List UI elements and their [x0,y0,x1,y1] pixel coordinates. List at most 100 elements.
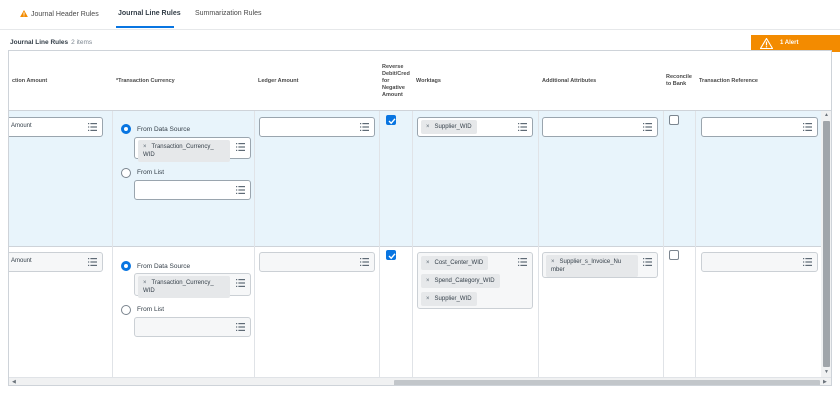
horizontal-scrollbar[interactable]: ◀ ▶ [9,377,831,385]
section-title-text: Journal Line Rules [10,39,69,46]
selected-item-pill[interactable]: × Transaction_Currency_ WID [138,276,230,298]
radio-label: From Data Source [137,263,191,270]
scroll-down-icon[interactable]: ▼ [824,369,829,375]
table-header: ction Amount *Transaction Currency Ledge… [9,51,831,111]
column-header-reconcile[interactable]: Reconcile to Bank [664,51,695,111]
transaction-reference-field[interactable] [701,252,818,272]
column-header-additional-attributes[interactable]: Additional Attributes [539,51,663,111]
reverse-debit-credit-checkbox[interactable] [386,115,396,125]
worktags-field[interactable]: × Supplier_WID [417,117,533,137]
warning-icon [20,10,28,17]
pill-text: Supplier_WID [434,296,472,302]
tab-label: Journal Header Rules [31,11,99,18]
pill-text: Supplier_WID [434,124,472,130]
from-data-source-radio[interactable] [121,124,131,134]
column-header-transaction-amount[interactable]: ction Amount [9,51,109,111]
worktag-pill[interactable]: × Supplier_WID [421,292,477,306]
remove-icon[interactable]: × [143,144,147,150]
list-prompt-icon[interactable] [518,123,527,131]
list-prompt-icon[interactable] [236,186,245,194]
list-prompt-icon[interactable] [643,258,652,266]
list-prompt-icon[interactable] [236,143,245,151]
transaction-amount-field[interactable]: Amount [9,252,103,272]
alert-label: 1 Alert [780,40,799,46]
list-prompt-icon[interactable] [643,123,652,131]
list-prompt-icon[interactable] [88,258,97,266]
ledger-amount-field[interactable] [259,252,375,272]
checkmark-icon [388,118,396,125]
reconcile-to-bank-checkbox[interactable] [669,115,679,125]
remove-icon[interactable]: × [426,124,430,130]
list-prompt-icon[interactable] [360,123,369,131]
checkmark-icon [388,253,396,260]
field-value: Amount [11,258,32,264]
tab-label: Journal Line Rules [118,10,181,17]
transaction-amount-field[interactable]: Amount [9,117,103,137]
additional-attributes-field[interactable]: × Supplier_s_Invoice_Nu mber [542,252,658,278]
worktags-field[interactable]: × Cost_Center_WID × Spend_Category_WID × Su… [417,252,533,309]
tab-journal-header-rules[interactable]: Journal Header Rules [20,10,99,18]
journal-line-rules-grid: Amount From Data Source × Transaction_Cur… [8,50,832,386]
remove-icon[interactable]: × [426,260,430,266]
worktag-pill[interactable]: × Spend_Category_WID [421,274,500,288]
item-count: 2 items [71,39,93,46]
remove-icon[interactable]: × [426,296,430,302]
reverse-debit-credit-checkbox[interactable] [386,250,396,260]
reconcile-to-bank-checkbox[interactable] [669,250,679,260]
field-value: Amount [11,123,32,129]
currency-list-field[interactable] [134,317,251,337]
tab-summarization-rules[interactable]: Summarization Rules [195,10,262,17]
pill-text: Supplier_s_Invoice_Nu mber [551,259,622,273]
column-header-transaction-reference[interactable]: Transaction Reference [696,51,820,111]
tab-bar: Journal Header Rules Journal Line Rules … [0,0,840,30]
radio-label: From List [137,306,165,313]
ledger-amount-field[interactable] [259,117,375,137]
scroll-up-icon[interactable]: ▲ [824,112,829,118]
worktag-pill[interactable]: × Cost_Center_WID [421,256,489,270]
from-list-radio[interactable] [121,305,131,315]
horizontal-scroll-thumb[interactable] [394,380,820,385]
radio-label: From List [137,169,165,176]
from-list-radio[interactable] [121,168,131,178]
column-header-worktags[interactable]: Worktags [413,51,537,111]
divider [0,29,840,30]
scroll-left-icon[interactable]: ◀ [12,379,16,385]
remove-icon[interactable]: × [143,280,147,286]
tab-journal-line-rules[interactable]: Journal Line Rules [118,10,181,17]
vertical-scroll-thumb[interactable] [823,121,830,367]
radio-label: From Data Source [137,126,191,133]
additional-attributes-field[interactable] [542,117,658,137]
list-prompt-icon[interactable] [360,258,369,266]
warning-triangle-icon [760,38,773,49]
tab-label: Summarization Rules [195,10,262,17]
column-header-ledger-amount[interactable]: Ledger Amount [255,51,379,111]
list-prompt-icon[interactable] [88,123,97,131]
worktag-pill[interactable]: × Supplier_WID [421,120,477,134]
column-header-reverse[interactable]: Reverse Debit/Cred for Negative Amount [380,51,411,111]
currency-data-source-field[interactable]: × Transaction_Currency_ WID [134,273,251,298]
list-prompt-icon[interactable] [803,123,812,131]
currency-data-source-field[interactable]: × Transaction_Currency_ WID [134,137,251,162]
list-prompt-icon[interactable] [518,258,527,266]
pill-text: Cost_Center_WID [434,260,484,266]
remove-icon[interactable]: × [551,259,555,265]
scroll-right-icon[interactable]: ▶ [823,379,827,385]
attribute-pill[interactable]: × Supplier_s_Invoice_Nu mber [546,255,638,277]
from-data-source-radio[interactable] [121,261,131,271]
transaction-reference-field[interactable] [701,117,818,137]
selected-item-pill[interactable]: × Transaction_Currency_ WID [138,140,230,162]
pill-text: Transaction_Currency_ WID [143,280,214,294]
vertical-scrollbar[interactable]: ▲ ▼ [821,111,831,377]
table-row[interactable]: Amount From Data Source × Transaction_Cur… [9,111,831,247]
list-prompt-icon[interactable] [803,258,812,266]
list-prompt-icon[interactable] [236,279,245,287]
active-tab-indicator [116,26,174,28]
pill-text: Transaction_Currency_ WID [143,144,214,158]
currency-list-field[interactable] [134,180,251,200]
pill-text: Spend_Category_WID [434,278,495,284]
list-prompt-icon[interactable] [236,323,245,331]
remove-icon[interactable]: × [426,278,430,284]
column-header-transaction-currency[interactable]: *Transaction Currency [113,51,253,111]
table-row[interactable]: Amount From Data Source × Transaction_Cur… [9,247,831,377]
section-title: Journal Line Rules 2 items [10,39,92,46]
